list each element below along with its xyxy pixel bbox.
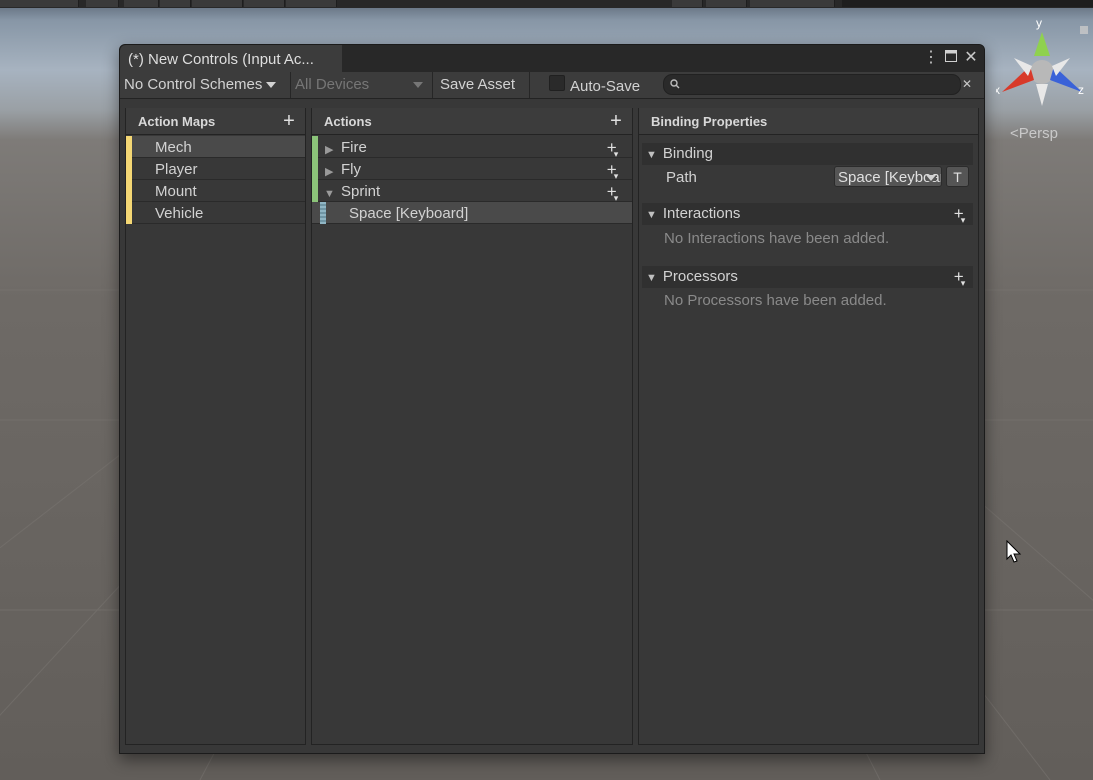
add-action-map-button[interactable]: + — [279, 110, 299, 132]
interactions-empty-message: No Interactions have been added. — [664, 230, 890, 247]
binding-properties-header: Binding Properties — [639, 108, 978, 135]
window-tab[interactable]: (*) New Controls (Input Ac... — [120, 45, 342, 72]
action-color-stripe — [312, 136, 318, 158]
add-action-button[interactable]: + — [606, 110, 626, 132]
collapse-arrow-icon: ▼ — [646, 209, 657, 221]
toolbar-segment[interactable] — [706, 0, 747, 7]
auto-save-label: Auto-Save — [570, 78, 641, 95]
binding-section-title: Binding — [662, 145, 713, 162]
action-label: Sprint — [341, 183, 381, 200]
action-item[interactable]: ▶ Fire +▾ — [312, 136, 632, 159]
actions-title: Actions — [324, 114, 372, 129]
action-map-label: Player — [155, 161, 198, 178]
action-label: Fire — [341, 139, 367, 156]
search-icon — [670, 79, 680, 89]
save-asset-button[interactable]: Save Asset — [440, 72, 530, 98]
action-map-label: Mount — [155, 183, 197, 200]
input-actions-window: (*) New Controls (Input Ac... ⋮ ✕ No Con… — [119, 44, 985, 754]
gizmo-x-label: x — [996, 83, 1000, 97]
action-label: Fly — [341, 161, 361, 178]
toolbar-segment[interactable] — [286, 0, 337, 7]
action-maps-header: Action Maps + — [126, 108, 305, 135]
path-text-mode-button[interactable]: T — [946, 166, 969, 187]
toolbar-segment[interactable] — [124, 0, 159, 7]
more-options-icon[interactable]: ⋮ — [922, 49, 940, 67]
window-toolbar: No Control Schemes All Devices Save Asse… — [120, 72, 984, 99]
control-schemes-label: No Control Schemes — [124, 76, 263, 93]
action-map-item[interactable]: Vehicle — [126, 202, 305, 224]
add-processor-button[interactable]: +▾ — [951, 266, 971, 290]
window-tab-bar: (*) New Controls (Input Ac... ⋮ ✕ — [120, 45, 984, 72]
action-map-color-stripe — [126, 136, 132, 158]
toolbar-segment[interactable] — [0, 0, 79, 7]
action-color-stripe — [312, 158, 318, 180]
action-map-item[interactable]: Mech — [126, 136, 305, 158]
gizmo-y-label: y — [1036, 16, 1042, 30]
binding-color-stripe — [320, 202, 326, 224]
editor-top-bar — [0, 0, 1093, 8]
mouse-cursor-icon — [1006, 540, 1022, 563]
action-item[interactable]: ▶ Fly +▾ — [312, 158, 632, 181]
collapse-arrow-icon: ▼ — [646, 149, 657, 161]
processors-empty-message: No Processors have been added. — [664, 292, 887, 309]
persp-chevron-icon: < — [1010, 125, 1019, 142]
actions-panel: Actions + ▶ Fire +▾ ▶ Fly +▾ ▼ Sprint +▾… — [311, 108, 633, 745]
auto-save-checkbox[interactable] — [549, 75, 565, 91]
projection-toggle[interactable]: <Persp — [1010, 125, 1058, 142]
persp-label: Persp — [1018, 125, 1058, 142]
action-map-item[interactable]: Player — [126, 158, 305, 180]
toolbar-segment[interactable] — [244, 0, 285, 7]
scene-orientation-gizmo[interactable]: y x z — [996, 14, 1092, 110]
devices-dropdown[interactable]: All Devices — [295, 72, 425, 98]
action-maps-title: Action Maps — [138, 114, 216, 129]
control-schemes-dropdown[interactable]: No Control Schemes — [124, 72, 292, 98]
clear-search-icon[interactable]: ✕ — [958, 75, 976, 93]
interactions-section-header[interactable]: ▼ Interactions +▾ — [642, 203, 973, 225]
binding-label: Space [Keyboard] — [349, 205, 469, 222]
action-color-stripe — [312, 180, 318, 202]
gizmo-z-label: z — [1078, 83, 1084, 97]
action-map-label: Mech — [155, 139, 192, 156]
action-map-color-stripe — [126, 180, 132, 202]
processors-section-header[interactable]: ▼ Processors +▾ — [642, 266, 973, 288]
binding-properties-panel: Binding Properties ▼ Binding Path Space [… — [638, 108, 979, 745]
binding-section-header[interactable]: ▼ Binding — [642, 143, 973, 165]
toolbar-segment[interactable] — [192, 0, 243, 7]
search-input[interactable] — [663, 74, 961, 95]
close-icon[interactable]: ✕ — [962, 49, 980, 67]
action-map-item[interactable]: Mount — [126, 180, 305, 202]
toolbar-segment[interactable] — [750, 0, 835, 7]
actions-header: Actions + — [312, 108, 632, 135]
chevron-down-icon — [926, 175, 936, 181]
action-item[interactable]: ▼ Sprint +▾ — [312, 180, 632, 203]
binding-item[interactable]: Space [Keyboard] — [312, 202, 632, 224]
interactions-section-title: Interactions — [662, 205, 741, 222]
toolbar-segment[interactable] — [672, 0, 703, 7]
path-dropdown[interactable]: Space [Keyboard] — [834, 166, 942, 187]
action-map-label: Vehicle — [155, 205, 204, 222]
chevron-down-icon — [413, 82, 423, 88]
toolbar-segment[interactable] — [160, 0, 191, 7]
action-map-color-stripe — [126, 158, 132, 180]
toolbar-segment[interactable] — [86, 0, 119, 7]
maximize-icon[interactable] — [942, 49, 960, 67]
devices-label: All Devices — [295, 76, 370, 93]
toolbar-segment[interactable] — [842, 0, 1093, 7]
action-maps-panel: Action Maps + Mech Player Mount Vehicle — [125, 108, 306, 745]
add-interaction-button[interactable]: +▾ — [951, 203, 971, 227]
action-map-color-stripe — [126, 202, 132, 224]
path-label: Path — [666, 169, 697, 186]
chevron-down-icon — [266, 82, 277, 89]
collapse-arrow-icon: ▼ — [646, 272, 657, 284]
processors-section-title: Processors — [662, 268, 738, 285]
